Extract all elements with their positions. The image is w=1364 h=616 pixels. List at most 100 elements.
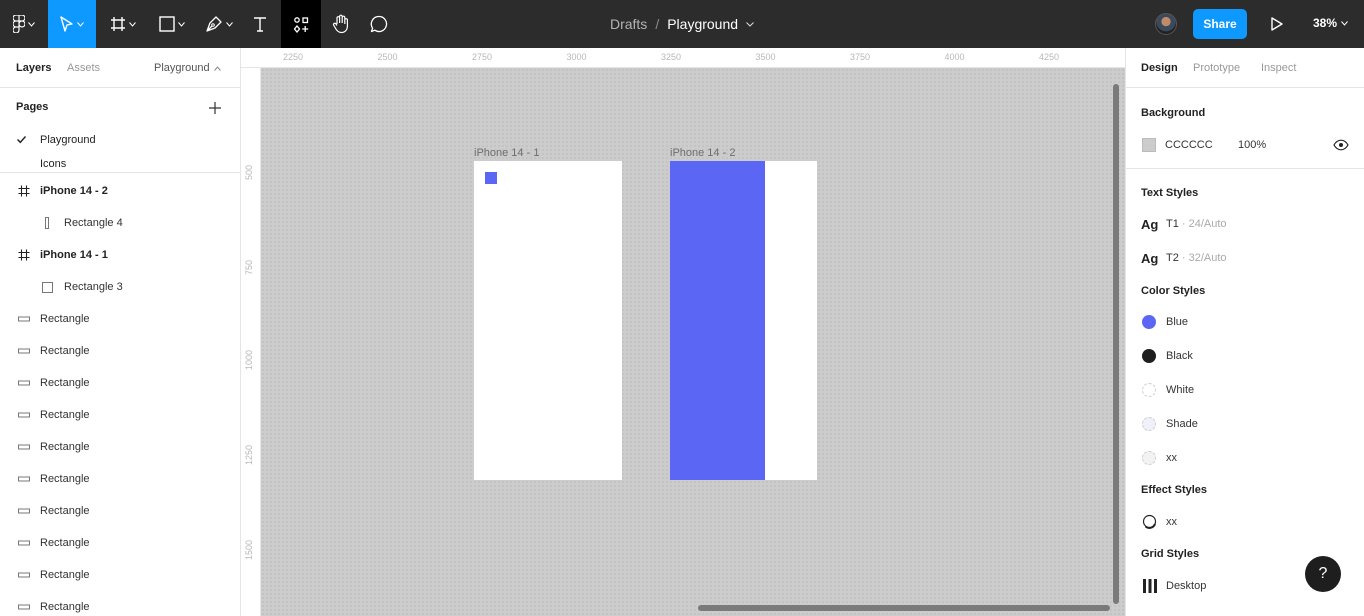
layer-icon [17, 312, 31, 326]
components-tool-button[interactable] [281, 0, 321, 48]
chevron-down-icon[interactable] [746, 21, 754, 27]
text-style-preview: Ag [1141, 217, 1159, 232]
rectangle-icon [18, 380, 30, 386]
tab-inspect[interactable]: Inspect [1261, 62, 1296, 74]
share-button[interactable]: Share [1193, 9, 1247, 39]
comment-tool-button[interactable] [364, 0, 394, 48]
layer-item[interactable]: iPhone 14 - 2 [0, 175, 240, 207]
rectangle-icon [18, 412, 30, 418]
layer-item[interactable]: Rectangle [0, 367, 240, 399]
frame-label-iphone-14-1[interactable]: iPhone 14 - 1 [474, 147, 539, 159]
text-style-t2[interactable]: Ag T2 · 32/Auto [1126, 244, 1364, 272]
hand-icon [332, 14, 348, 34]
figma-logo-icon [13, 15, 25, 33]
plus-icon[interactable] [207, 100, 223, 116]
ruler-tick-label: 3750 [849, 52, 871, 62]
layer-item[interactable]: Rectangle [0, 495, 240, 527]
layer-item[interactable]: Rectangle [0, 431, 240, 463]
layer-item[interactable]: Rectangle [0, 527, 240, 559]
tab-prototype[interactable]: Prototype [1193, 62, 1240, 74]
layer-item[interactable]: Rectangle 3 [0, 271, 240, 303]
chevron-down-icon [129, 21, 136, 27]
hand-tool-button[interactable] [326, 0, 356, 48]
rectangle-icon [18, 604, 30, 610]
tab-design[interactable]: Design [1141, 62, 1178, 74]
eye-icon[interactable] [1333, 137, 1349, 153]
pen-tool-button[interactable] [198, 0, 240, 48]
canvas[interactable]: iPhone 14 - 1 iPhone 14 - 2 [261, 68, 1125, 616]
rectangle-icon [41, 281, 53, 293]
rectangle-4[interactable] [670, 161, 765, 480]
frame-tool-button[interactable] [103, 0, 143, 48]
rectangle-icon [45, 217, 49, 229]
layer-item[interactable]: Rectangle [0, 591, 240, 616]
main-menu-button[interactable] [0, 0, 48, 48]
color-style-black[interactable]: Black [1126, 342, 1364, 370]
color-swatch [1142, 383, 1156, 397]
horizontal-scrollbar[interactable] [698, 605, 1110, 611]
page-switcher[interactable]: Playground [154, 62, 221, 74]
color-style-xx[interactable]: xx [1126, 444, 1364, 472]
help-button[interactable]: ? [1305, 556, 1341, 592]
ruler-tick-label: 1500 [244, 539, 254, 560]
color-style-blue[interactable]: Blue [1126, 308, 1364, 336]
zoom-value: 38% [1313, 16, 1338, 30]
vertical-scrollbar[interactable] [1113, 84, 1119, 604]
frame-label-iphone-14-2[interactable]: iPhone 14 - 2 [670, 147, 735, 159]
ruler-tick-label: 500 [244, 164, 254, 180]
breadcrumb-folder[interactable]: Drafts [610, 16, 647, 32]
user-avatar[interactable] [1155, 13, 1177, 35]
right-panel: Design Prototype Inspect Background CCCC… [1125, 48, 1364, 616]
layer-item[interactable]: Rectangle [0, 559, 240, 591]
rectangle-3[interactable] [485, 172, 497, 184]
color-style-name: Blue [1166, 316, 1189, 328]
background-hex[interactable]: CCCCCC [1165, 139, 1213, 151]
layer-item[interactable]: Rectangle 4 [0, 207, 240, 239]
frame-iphone-14-2[interactable] [670, 161, 817, 480]
page-item-icons[interactable]: Icons [0, 152, 240, 172]
ruler-tick-label: 4000 [944, 52, 965, 62]
toolbar: Drafts / Playground Share 38% [0, 0, 1364, 48]
chevron-down-icon [226, 21, 233, 27]
background-opacity[interactable]: 100% [1238, 139, 1266, 151]
file-name[interactable]: Playground [667, 16, 738, 32]
color-style-white[interactable]: White [1126, 376, 1364, 404]
frame-hash-icon [18, 185, 30, 197]
zoom-control[interactable]: 38% [1313, 16, 1348, 30]
rectangle-icon [18, 348, 30, 354]
color-style-shade[interactable]: Shade [1126, 410, 1364, 438]
move-tool-button[interactable] [48, 0, 96, 48]
layer-icon [17, 440, 31, 454]
rectangle-icon [159, 16, 175, 32]
tab-assets[interactable]: Assets [67, 62, 100, 74]
color-style-name: Shade [1166, 418, 1198, 430]
layer-item[interactable]: Rectangle [0, 463, 240, 495]
tab-layers[interactable]: Layers [16, 62, 51, 74]
layer-icon [17, 536, 31, 550]
ruler-vertical: 500 750 1000 1250 1500 [241, 68, 261, 616]
text-style-t1[interactable]: Ag T1 · 24/Auto [1126, 210, 1364, 238]
background-color-swatch[interactable] [1142, 138, 1156, 152]
rectangle-icon [18, 540, 30, 546]
page-item-playground[interactable]: Playground [0, 128, 240, 152]
color-swatch [1142, 315, 1156, 329]
layer-icon [17, 600, 31, 614]
ruler-tick-label: 2500 [377, 52, 398, 62]
layer-item[interactable]: Rectangle [0, 399, 240, 431]
shape-tool-button[interactable] [151, 0, 193, 48]
checkmark-icon [17, 136, 27, 144]
present-button[interactable] [1264, 12, 1288, 36]
layer-item[interactable]: Rectangle [0, 335, 240, 367]
layer-item[interactable]: iPhone 14 - 1 [0, 239, 240, 271]
effect-style-item[interactable]: xx [1126, 508, 1364, 536]
effect-style-name: xx [1166, 516, 1177, 528]
frame-iphone-14-1[interactable] [474, 161, 622, 480]
layer-icon [40, 216, 54, 230]
rectangle-icon [18, 316, 30, 322]
text-tool-button[interactable] [244, 0, 276, 48]
column-grid-icon [1143, 579, 1157, 593]
layer-name: Rectangle [40, 569, 90, 581]
layer-item[interactable]: Rectangle [0, 303, 240, 335]
layer-name: Rectangle 3 [64, 281, 123, 293]
layer-icon [17, 184, 31, 198]
